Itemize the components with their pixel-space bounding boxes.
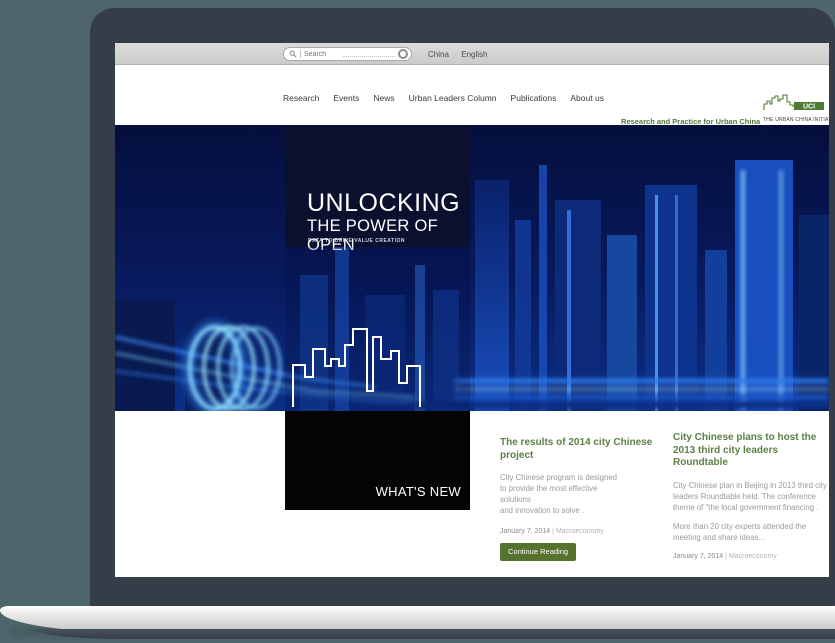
news-card-1: The results of 2014 city Chinese project… xyxy=(500,437,662,561)
article-excerpt: City Chinese program is designed to prov… xyxy=(500,472,662,516)
nav-item-about-us[interactable]: About us xyxy=(570,93,604,103)
search-divider xyxy=(300,50,301,58)
desktop-background: China · English Research Events News Urb… xyxy=(0,0,835,643)
article-meta: January 7, 2014 | Macroeconomy xyxy=(500,528,662,535)
main-nav: Research Events News Urban Leaders Colum… xyxy=(283,93,604,103)
language-switcher: China · English xyxy=(428,43,488,65)
search-go-button[interactable] xyxy=(398,49,408,59)
whats-new-banner: WHAT'S NEW xyxy=(285,411,470,510)
search-bar[interactable] xyxy=(283,47,412,61)
site-header: Research Events News Urban Leaders Colum… xyxy=(115,65,829,125)
article-meta: January 7, 2014 | Macroeconomy xyxy=(673,553,829,560)
nav-item-events[interactable]: Events xyxy=(333,93,359,103)
site-logo[interactable]: UCI THE URBAN CHINA INITIATIVE xyxy=(763,93,825,123)
hero-title-line1: UNLOCKING xyxy=(307,189,460,218)
article-excerpt: City Chinese plan in Beijing in 2013 thi… xyxy=(673,480,829,543)
language-separator: · xyxy=(454,51,456,58)
skyline-outline-icon xyxy=(290,319,460,407)
language-china-link[interactable]: China xyxy=(428,50,449,59)
city-night-image xyxy=(115,125,829,411)
article-title[interactable]: The results of 2014 city Chinese project xyxy=(500,437,662,462)
browser-toolbar: China · English xyxy=(115,43,829,65)
hero-image-window xyxy=(285,247,470,411)
hero-subtitle: DATA TO DRIVE VALUE CREATION xyxy=(308,238,405,244)
article-category: Macroeconomy xyxy=(556,528,604,535)
news-card-2: City Chinese plans to host the 2013 thir… xyxy=(673,432,829,560)
search-icon xyxy=(289,50,297,58)
nav-item-publications[interactable]: Publications xyxy=(511,93,557,103)
article-date: January 7, 2014 xyxy=(673,553,723,560)
logo-caption: THE URBAN CHINA INITIATIVE xyxy=(763,117,825,123)
article-title[interactable]: City Chinese plans to host the 2013 thir… xyxy=(673,432,829,470)
hero-banner xyxy=(115,125,829,411)
continue-reading-button[interactable]: Continue Reading xyxy=(500,543,576,561)
laptop-base-edge xyxy=(34,629,835,639)
nav-item-news[interactable]: News xyxy=(373,93,394,103)
uci-skyline-icon: UCI xyxy=(763,93,825,111)
search-dotted-leader xyxy=(343,51,395,56)
hero-slide-panel[interactable]: UNLOCKING THE POWER OF OPEN DATA TO DRIV… xyxy=(285,125,470,510)
nav-item-research[interactable]: Research xyxy=(283,93,319,103)
svg-text:UCI: UCI xyxy=(803,104,815,111)
language-english-link[interactable]: English xyxy=(461,50,487,59)
article-date: January 7, 2014 xyxy=(500,528,550,535)
nav-item-urban-leaders-column[interactable]: Urban Leaders Column xyxy=(409,93,497,103)
browser-screen: China · English Research Events News Urb… xyxy=(115,43,829,577)
search-input[interactable] xyxy=(304,51,340,58)
article-category: Macroeconomy xyxy=(729,553,777,560)
hero-title-block: UNLOCKING THE POWER OF OPEN DATA TO DRIV… xyxy=(285,125,470,247)
whats-new-label: WHAT'S NEW xyxy=(376,484,461,499)
